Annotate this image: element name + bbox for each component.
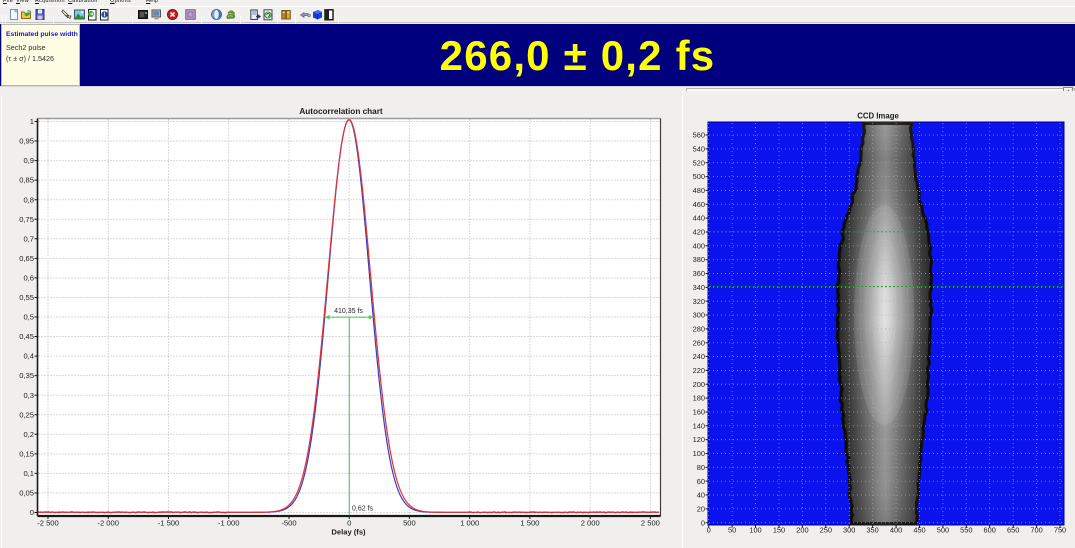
svg-text:100: 100	[693, 449, 705, 458]
svg-text:150: 150	[773, 526, 785, 535]
svg-text:360: 360	[693, 269, 705, 278]
svg-text:-2 000: -2 000	[97, 519, 119, 528]
svg-text:500: 500	[693, 172, 705, 181]
svg-text:750: 750	[1054, 526, 1066, 535]
svg-text:0,75: 0,75	[19, 215, 34, 224]
svg-text:480: 480	[693, 186, 705, 195]
svg-text:0,6: 0,6	[23, 274, 34, 283]
svg-text:0,3: 0,3	[23, 391, 34, 400]
svg-text:0,05: 0,05	[19, 489, 34, 498]
svg-text:0: 0	[347, 519, 351, 528]
svg-text:Delay (fs): Delay (fs)	[331, 528, 366, 537]
svg-text:0,95: 0,95	[19, 137, 34, 146]
svg-text:0: 0	[30, 508, 34, 517]
svg-text:1: 1	[30, 117, 34, 126]
svg-text:0,65: 0,65	[19, 254, 34, 263]
svg-text:0,8: 0,8	[23, 195, 34, 204]
svg-text:-500: -500	[281, 519, 296, 528]
svg-text:0,7: 0,7	[23, 234, 34, 243]
svg-text:100: 100	[749, 526, 761, 535]
svg-text:410,35 fs: 410,35 fs	[334, 308, 363, 315]
svg-text:60: 60	[697, 477, 705, 486]
svg-text:1 000: 1 000	[460, 519, 479, 528]
svg-text:500: 500	[937, 526, 949, 535]
svg-text:500: 500	[403, 519, 416, 528]
svg-text:240: 240	[693, 352, 705, 361]
svg-text:50: 50	[728, 526, 736, 535]
svg-text:300: 300	[693, 311, 705, 320]
svg-text:520: 520	[693, 158, 705, 167]
svg-text:40: 40	[697, 491, 705, 500]
svg-text:260: 260	[693, 338, 705, 347]
svg-text:320: 320	[693, 297, 705, 306]
svg-text:460: 460	[693, 200, 705, 209]
svg-text:700: 700	[1030, 526, 1042, 535]
svg-text:440: 440	[693, 214, 705, 223]
svg-text:0: 0	[707, 526, 711, 535]
svg-text:120: 120	[693, 435, 705, 444]
svg-text:1 500: 1 500	[520, 519, 539, 528]
svg-text:540: 540	[693, 145, 705, 154]
svg-text:300: 300	[843, 526, 855, 535]
svg-text:0,9: 0,9	[23, 156, 34, 165]
svg-text:-2 500: -2 500	[37, 519, 59, 528]
svg-text:160: 160	[693, 408, 705, 417]
svg-text:220: 220	[693, 366, 705, 375]
svg-text:0,45: 0,45	[19, 332, 34, 341]
svg-text:0,62 fs: 0,62 fs	[352, 506, 374, 513]
svg-text:0,2: 0,2	[23, 430, 34, 439]
svg-text:450: 450	[913, 526, 925, 535]
svg-text:250: 250	[820, 526, 832, 535]
svg-text:200: 200	[693, 380, 705, 389]
svg-text:CCD Image: CCD Image	[857, 112, 899, 121]
svg-text:0,85: 0,85	[19, 176, 34, 185]
svg-text:20: 20	[697, 505, 705, 514]
svg-text:0,55: 0,55	[19, 293, 34, 302]
svg-text:550: 550	[960, 526, 972, 535]
svg-text:0,4: 0,4	[23, 352, 34, 361]
svg-text:-1 000: -1 000	[218, 519, 240, 528]
svg-text:350: 350	[866, 526, 878, 535]
svg-text:180: 180	[693, 394, 705, 403]
svg-text:0,35: 0,35	[19, 371, 34, 380]
svg-text:200: 200	[796, 526, 808, 535]
svg-text:0,15: 0,15	[19, 450, 34, 459]
svg-text:380: 380	[693, 255, 705, 264]
svg-text:400: 400	[890, 526, 902, 535]
svg-text:400: 400	[693, 241, 705, 250]
svg-text:0: 0	[701, 518, 705, 527]
svg-text:2 000: 2 000	[581, 519, 600, 528]
svg-text:Autocorrelation chart: Autocorrelation chart	[299, 107, 383, 116]
svg-text:560: 560	[693, 131, 705, 140]
svg-text:0,1: 0,1	[23, 469, 34, 478]
svg-text:2 500: 2 500	[641, 519, 660, 528]
svg-text:600: 600	[984, 526, 996, 535]
svg-text:340: 340	[693, 283, 705, 292]
svg-text:650: 650	[1007, 526, 1019, 535]
svg-text:-1 500: -1 500	[158, 519, 180, 528]
svg-text:280: 280	[693, 325, 705, 334]
svg-text:0,5: 0,5	[23, 313, 34, 322]
svg-text:420: 420	[693, 228, 705, 237]
svg-text:140: 140	[693, 421, 705, 430]
svg-text:80: 80	[697, 463, 705, 472]
svg-text:0,25: 0,25	[19, 410, 34, 419]
